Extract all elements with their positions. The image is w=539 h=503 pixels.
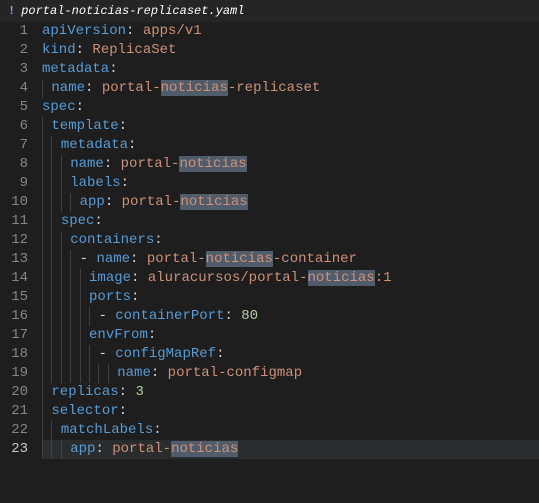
line-number: 11 [0,212,28,231]
code-line[interactable]: name: portal-noticias-replicaset [42,79,539,98]
code-line[interactable]: apiVersion: apps/v1 [42,22,539,41]
file-tab[interactable]: ! portal-noticias-replicaset.yaml [8,4,244,18]
code-line[interactable]: ports: [42,288,539,307]
code-line[interactable]: matchLabels: [42,421,539,440]
code-editor[interactable]: 1234567891011121314151617181920212223 ap… [0,22,539,459]
line-number: 23 [0,440,28,459]
line-number: 5 [0,98,28,117]
code-line[interactable]: metadata: [42,60,539,79]
code-content[interactable]: apiVersion: apps/v1kind: ReplicaSetmetad… [42,22,539,459]
line-number: 21 [0,402,28,421]
line-number: 16 [0,307,28,326]
yaml-file-icon: ! [8,4,15,18]
line-number: 17 [0,326,28,345]
code-line[interactable]: - containerPort: 80 [42,307,539,326]
line-number: 10 [0,193,28,212]
line-number: 22 [0,421,28,440]
code-line[interactable]: spec: [42,98,539,117]
code-line[interactable]: selector: [42,402,539,421]
code-line[interactable]: - configMapRef: [42,345,539,364]
code-line[interactable]: containers: [42,231,539,250]
line-number: 15 [0,288,28,307]
line-number-gutter: 1234567891011121314151617181920212223 [0,22,42,459]
code-line[interactable]: metadata: [42,136,539,155]
code-line[interactable]: app: portal-noticias [42,193,539,212]
code-line[interactable]: spec: [42,212,539,231]
code-line[interactable]: template: [42,117,539,136]
code-line[interactable]: envFrom: [42,326,539,345]
code-line[interactable]: name: portal-configmap [42,364,539,383]
line-number: 8 [0,155,28,174]
code-line[interactable]: replicas: 3 [42,383,539,402]
line-number: 19 [0,364,28,383]
line-number: 4 [0,79,28,98]
line-number: 18 [0,345,28,364]
line-number: 20 [0,383,28,402]
code-line[interactable]: labels: [42,174,539,193]
code-line[interactable]: image: aluracursos/portal-noticias:1 [42,269,539,288]
line-number: 7 [0,136,28,155]
line-number: 12 [0,231,28,250]
line-number: 14 [0,269,28,288]
tab-bar: ! portal-noticias-replicaset.yaml [0,0,539,22]
line-number: 2 [0,41,28,60]
line-number: 13 [0,250,28,269]
line-number: 6 [0,117,28,136]
code-line[interactable]: - name: portal-noticias-container [42,250,539,269]
tab-filename: portal-noticias-replicaset.yaml [21,4,244,18]
code-line[interactable]: app: portal-noticias [42,440,539,459]
line-number: 1 [0,22,28,41]
code-line[interactable]: kind: ReplicaSet [42,41,539,60]
line-number: 9 [0,174,28,193]
code-line[interactable]: name: portal-noticias [42,155,539,174]
line-number: 3 [0,60,28,79]
